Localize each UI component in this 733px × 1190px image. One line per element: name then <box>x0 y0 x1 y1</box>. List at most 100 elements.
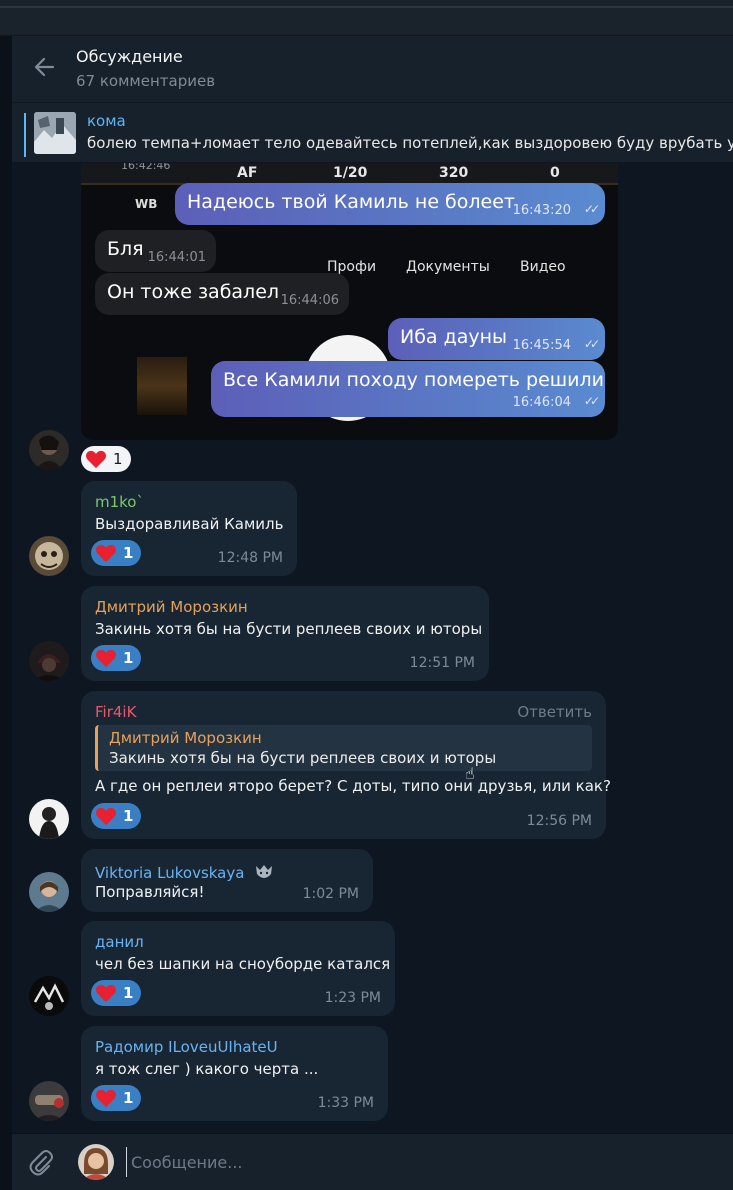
reaction-count: 1 <box>113 450 123 468</box>
message-text: я тож слег ) какого черта ... <box>95 1060 319 1078</box>
camera-af-label: AF <box>237 165 258 181</box>
avatar[interactable] <box>29 976 69 1016</box>
back-button[interactable] <box>32 54 58 80</box>
screenshot-bubble-time: 16:44:06 <box>280 293 339 308</box>
message-author[interactable]: Радомир ILoveuUIhateU <box>95 1038 278 1056</box>
reaction-count: 1 <box>123 984 134 1002</box>
screenshot-bubble-text: Иба дауны <box>400 326 508 348</box>
screenshot-bubble: Он тоже забалел 16:44:06 <box>95 273 349 315</box>
camera-shutter-label: 1/20 <box>333 165 368 181</box>
comment-message[interactable]: Дмитрий Морозкин Закинь хотя бы на бусти… <box>81 586 489 681</box>
reaction-count: 1 <box>123 649 134 667</box>
message-author[interactable]: Fir4iK <box>95 703 136 721</box>
avatar[interactable] <box>29 1081 69 1121</box>
reaction-heart[interactable]: 1 <box>91 645 142 671</box>
window-top-strip <box>0 0 733 36</box>
user-avatar-icon <box>29 1081 69 1121</box>
my-avatar[interactable] <box>78 1144 114 1180</box>
screenshot-bubble-time: 16:44:01 <box>147 250 206 265</box>
comment-message[interactable]: Viktoria Lukovskaya Поправляйся! 1:02 PM <box>81 849 373 912</box>
camera-wb-label: WB <box>135 197 158 211</box>
reply-button[interactable]: Ответить <box>517 703 592 721</box>
reaction-heart[interactable]: 1 <box>91 1085 142 1111</box>
screenshot-bubble-time: 16:46:04 <box>512 395 571 410</box>
screenshot-bubble-text: Он тоже забалел <box>107 281 280 303</box>
message-time: 12:48 PM <box>217 550 283 566</box>
avatar[interactable] <box>29 536 69 576</box>
pinned-accent-bar <box>24 113 26 157</box>
avatar[interactable] <box>29 641 69 681</box>
heart-icon <box>86 450 106 469</box>
reaction-heart[interactable]: 1 <box>91 803 142 829</box>
double-check-icon: ✓✓ <box>583 394 600 408</box>
heart-icon <box>96 544 116 563</box>
screenshot-bubble-time: 16:45:54 <box>512 338 571 353</box>
image-message[interactable]: AF 1/20 320 0 16:42:46 WB Профи Документ… <box>81 163 618 440</box>
message-time: 1:02 PM <box>302 886 359 902</box>
window-top-line <box>0 6 733 8</box>
screenshot-bubble: Надеюсь твой Камиль не болеет 16:43:20 ✓… <box>175 183 605 225</box>
screenshot-tab-docs: Документы <box>406 259 490 275</box>
snow-photo-icon <box>34 112 76 154</box>
user-avatar-icon <box>29 872 69 912</box>
quoted-reply[interactable]: Дмитрий Морозкин Закинь хотя бы на бусти… <box>95 725 592 771</box>
message-text: А где он реплеи яторо берет? С доты, тип… <box>95 777 611 795</box>
message-input[interactable] <box>126 1147 706 1177</box>
original-post-preview[interactable]: кома болею темпа+ломает тело одевайтесь … <box>12 102 733 162</box>
screenshot-bubble: Все Камили походу помереть решили 16:46:… <box>211 361 605 417</box>
page-title: Обсуждение <box>76 47 183 66</box>
camera-iso-label: 320 <box>439 165 469 181</box>
comments-list[interactable]: AF 1/20 320 0 16:42:46 WB Профи Документ… <box>12 163 733 1133</box>
screenshot-bubble: Иба дауны 16:45:54 ✓✓ <box>388 318 605 360</box>
comment-message[interactable]: Радомир ILoveuUIhateU я тож слег ) каког… <box>81 1026 388 1121</box>
message-time: 12:56 PM <box>526 813 592 829</box>
pointer-hand-icon: ☝ <box>465 764 475 783</box>
message-composer <box>12 1133 733 1190</box>
screenshot-bubble: Бля 16:44:01 <box>95 230 216 272</box>
message-text: Закинь хотя бы на бусти реплеев своих и … <box>95 620 483 638</box>
post-thumbnail <box>34 112 76 154</box>
discussion-header: Обсуждение 67 комментариев <box>12 36 733 102</box>
left-edge <box>0 36 12 1190</box>
post-text: болею темпа+ломает тело одевайтесь потеп… <box>87 134 733 152</box>
double-check-icon: ✓✓ <box>583 337 600 351</box>
avatar[interactable] <box>29 430 69 470</box>
screenshot-bubble-text: Надеюсь твой Камиль не болеет <box>187 191 515 213</box>
user-avatar-icon <box>29 641 69 681</box>
reaction-heart[interactable]: 1 <box>81 446 131 472</box>
reaction-heart[interactable]: 1 <box>91 980 142 1006</box>
user-avatar-icon <box>29 976 69 1016</box>
message-text: Поправляйся! <box>95 883 205 901</box>
quote-text: Закинь хотя бы на бусти реплеев своих и … <box>109 749 497 767</box>
double-check-icon: ✓✓ <box>583 202 600 216</box>
heart-icon <box>96 984 116 1003</box>
camera-ev-label: 0 <box>550 165 560 181</box>
reaction-heart[interactable]: 1 <box>91 540 142 566</box>
message-time: 1:33 PM <box>317 1095 374 1111</box>
message-text: чел без шапки на сноуборде катался <box>95 955 391 973</box>
message-author[interactable]: Дмитрий Морозкин <box>95 598 248 616</box>
screenshot-tab-video: Видео <box>520 259 566 275</box>
heart-icon <box>96 807 116 826</box>
user-avatar-icon <box>78 1144 114 1180</box>
heart-icon <box>96 649 116 668</box>
user-avatar-icon <box>29 430 69 470</box>
comment-message[interactable]: m1ko` Выздоравливай Камиль 1 12:48 PM <box>81 481 297 576</box>
message-author[interactable]: Viktoria Lukovskaya <box>95 861 275 883</box>
message-author[interactable]: данил <box>95 933 144 951</box>
author-name: Viktoria Lukovskaya <box>95 864 245 882</box>
wolf-emoji-icon <box>256 865 273 878</box>
comment-message[interactable]: данил чел без шапки на сноуборде катался… <box>81 921 395 1016</box>
attach-button[interactable] <box>26 1148 56 1178</box>
post-author: кома <box>87 112 126 130</box>
screenshot-photo-thumb <box>137 357 187 415</box>
comment-message[interactable]: Fir4iK Ответить Дмитрий Морозкин Закинь … <box>81 691 611 839</box>
comment-count: 67 комментариев <box>76 72 216 90</box>
quote-author: Дмитрий Морозкин <box>109 729 262 747</box>
avatar[interactable] <box>29 872 69 912</box>
avatar[interactable] <box>29 799 69 839</box>
screenshot-bubble-text: Все Камили походу помереть решили <box>223 369 604 391</box>
message-author[interactable]: m1ko` <box>95 493 144 511</box>
message-time: 12:51 PM <box>409 655 475 671</box>
user-avatar-icon <box>29 799 69 839</box>
